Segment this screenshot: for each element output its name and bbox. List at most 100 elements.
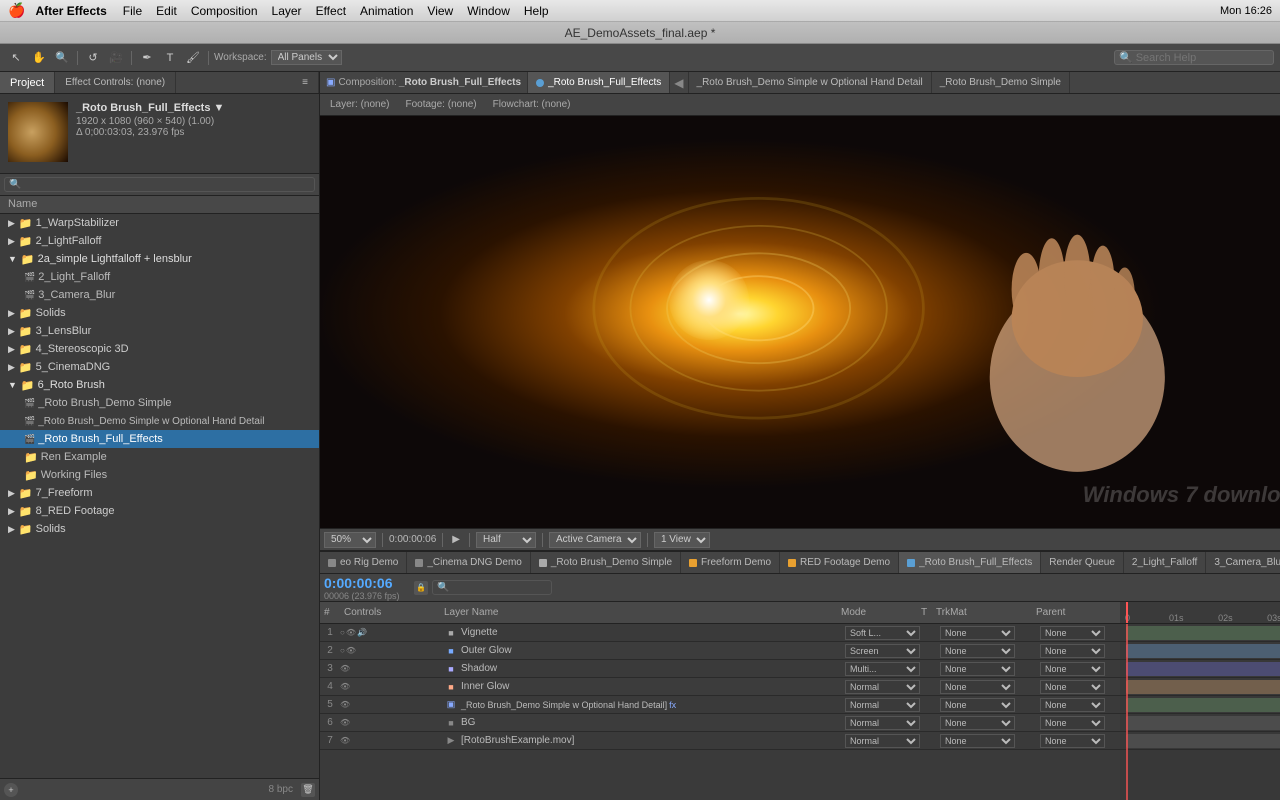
list-item[interactable]: 🎬_Roto Brush_Demo Simple [0, 394, 319, 412]
list-item[interactable]: 🎬_Roto Brush_Demo Simple w Optional Hand… [0, 412, 319, 430]
list-item[interactable]: ▶📁Solids [0, 304, 319, 322]
timeline-tab-rig[interactable]: eo Rig Demo [320, 552, 407, 573]
solo-btn-1[interactable]: ○ [340, 628, 345, 637]
menu-composition[interactable]: Composition [191, 4, 258, 18]
panel-menu-btn[interactable]: ≡ [292, 72, 319, 93]
vis-btn-6[interactable]: 👁 [340, 718, 350, 727]
vis-btn-7[interactable]: 👁 [340, 736, 350, 745]
mode-select-5[interactable]: Normal [845, 698, 920, 712]
mode-select-2[interactable]: Screen [845, 644, 920, 658]
timeline-tab-red[interactable]: RED Footage Demo [780, 552, 899, 573]
vis-btn-4[interactable]: 👁 [340, 682, 350, 691]
parent-select-1[interactable]: None [1040, 626, 1105, 640]
comp-tab-3[interactable]: _Roto Brush_Demo Simple [932, 72, 1070, 93]
list-item[interactable]: 📁Ren Example [0, 448, 319, 466]
workspace-select[interactable]: All Panels [271, 50, 342, 65]
parent-select-6[interactable]: None [1040, 716, 1105, 730]
table-row[interactable]: 5 👁 ▣ _Roto Brush_Demo Simple w Optional… [320, 696, 1120, 714]
parent-select-3[interactable]: None [1040, 662, 1105, 676]
vis-btn-2[interactable]: 👁 [346, 646, 356, 655]
list-item-selected[interactable]: 🎬_Roto Brush_Full_Effects [0, 430, 319, 448]
select-tool[interactable]: ↖ [6, 49, 26, 67]
list-item[interactable]: ▶📁7_Freeform [0, 484, 319, 502]
brush-tool[interactable]: 🖌 [183, 49, 203, 67]
menu-help[interactable]: Help [524, 4, 549, 18]
flowchart-view-tab[interactable]: Flowchart: (none) [487, 98, 577, 111]
text-tool[interactable]: T [160, 49, 180, 67]
vis-btn-1[interactable]: 👁 [346, 628, 356, 637]
mode-select-4[interactable]: Normal [845, 680, 920, 694]
comp-tab-2[interactable]: _Roto Brush_Demo Simple w Optional Hand … [689, 72, 932, 93]
trkmatte-select-5[interactable]: None [940, 698, 1015, 712]
tab-effect-controls[interactable]: Effect Controls: (none) [55, 72, 176, 93]
table-row[interactable]: 4 👁 ■ Inner Glow Normal N [320, 678, 1120, 696]
table-row[interactable]: 3 👁 ■ Shadow Multi... Non [320, 660, 1120, 678]
prev-tab-btn[interactable]: ◀ [670, 72, 688, 93]
vis-btn-3[interactable]: 👁 [340, 664, 350, 673]
lock-btn[interactable]: 🔒 [414, 581, 428, 595]
timeline-tab-camera[interactable]: 3_Camera_Blur [1206, 552, 1280, 573]
camera-select[interactable]: Active Camera [549, 532, 641, 548]
timeline-tab-cinema[interactable]: _Cinema DNG Demo [407, 552, 530, 573]
list-item[interactable]: ▼📁6_Roto Brush [0, 376, 319, 394]
trkmatte-select-2[interactable]: None [940, 644, 1015, 658]
trkmatte-select-6[interactable]: None [940, 716, 1015, 730]
comp-tab-main[interactable]: _Roto Brush_Full_Effects [528, 72, 670, 93]
timeline-tab-roto-simple[interactable]: _Roto Brush_Demo Simple [531, 552, 681, 573]
new-item-btn[interactable]: + [4, 783, 18, 797]
menu-window[interactable]: Window [467, 4, 510, 18]
trkmatte-select-7[interactable]: None [940, 734, 1015, 748]
play-stop-btn[interactable]: ▶ [449, 533, 463, 546]
timeline-tab-roto-full[interactable]: _Roto Brush_Full_Effects [899, 552, 1041, 573]
hand-tool[interactable]: ✋ [29, 49, 49, 67]
list-item[interactable]: ▶📁1_WarpStabilizer [0, 214, 319, 232]
table-row[interactable]: 6 👁 ■ BG Normal None [320, 714, 1120, 732]
list-item[interactable]: ▶📁8_RED Footage [0, 502, 319, 520]
list-item[interactable]: 📁Working Files [0, 466, 319, 484]
apple-menu[interactable]: 🍎 [8, 2, 25, 19]
trkmatte-select-3[interactable]: None [940, 662, 1015, 676]
menu-edit[interactable]: Edit [156, 4, 177, 18]
parent-select-5[interactable]: None [1040, 698, 1105, 712]
list-item[interactable]: ▶📁Solids [0, 520, 319, 538]
parent-select-2[interactable]: None [1040, 644, 1105, 658]
tab-project[interactable]: Project [0, 72, 55, 93]
trkmatte-select-4[interactable]: None [940, 680, 1015, 694]
timeline-tab-render[interactable]: Render Queue [1041, 552, 1124, 573]
menu-file[interactable]: File [123, 4, 142, 18]
list-item[interactable]: ▶📁4_Stereoscopic 3D [0, 340, 319, 358]
pen-tool[interactable]: ✒ [137, 49, 157, 67]
layer-view-tab[interactable]: Layer: (none) [324, 98, 395, 111]
zoom-select[interactable]: 50%25%100% [324, 532, 376, 548]
mode-select-3[interactable]: Multi... [845, 662, 920, 676]
list-item[interactable]: 🎬3_Camera_Blur [0, 286, 319, 304]
list-item[interactable]: ▶📁5_CinemaDNG [0, 358, 319, 376]
mode-select-6[interactable]: Normal [845, 716, 920, 730]
mode-select-1[interactable]: Soft L... [845, 626, 920, 640]
menu-animation[interactable]: Animation [360, 4, 413, 18]
menu-effect[interactable]: Effect [316, 4, 346, 18]
resolution-select[interactable]: HalfFullQuarter [476, 532, 536, 548]
parent-select-4[interactable]: None [1040, 680, 1105, 694]
footage-view-tab[interactable]: Footage: (none) [399, 98, 482, 111]
timeline-search-input[interactable] [432, 580, 552, 595]
table-row[interactable]: 2 ○ 👁 ■ Outer Glow Screen [320, 642, 1120, 660]
parent-select-7[interactable]: None [1040, 734, 1105, 748]
timeline-tab-light[interactable]: 2_Light_Falloff [1124, 552, 1206, 573]
table-row[interactable]: 7 👁 ▶ [RotoBrushExample.mov] Normal [320, 732, 1120, 750]
project-search-input[interactable] [4, 177, 315, 192]
mode-select-7[interactable]: Normal [845, 734, 920, 748]
list-item[interactable]: ▼📁2a_simple Lightfalloff + lensblur [0, 250, 319, 268]
list-item[interactable]: ▶📁2_LightFalloff [0, 232, 319, 250]
table-row[interactable]: 1 ○ 👁 🔊 ■ Vignette [320, 624, 1120, 642]
solo-btn-2[interactable]: ○ [340, 646, 345, 655]
rotate-tool[interactable]: ↺ [83, 49, 103, 67]
timeline-tab-freeform[interactable]: Freeform Demo [681, 552, 780, 573]
menu-view[interactable]: View [427, 4, 453, 18]
camera-tool[interactable]: 🎥 [106, 49, 126, 67]
audio-btn-1[interactable]: 🔊 [357, 628, 367, 637]
search-help-input[interactable] [1136, 52, 1266, 64]
trkmatte-select-1[interactable]: None [940, 626, 1015, 640]
list-item[interactable]: ▶📁3_LensBlur [0, 322, 319, 340]
view-select[interactable]: 1 View [654, 532, 710, 548]
